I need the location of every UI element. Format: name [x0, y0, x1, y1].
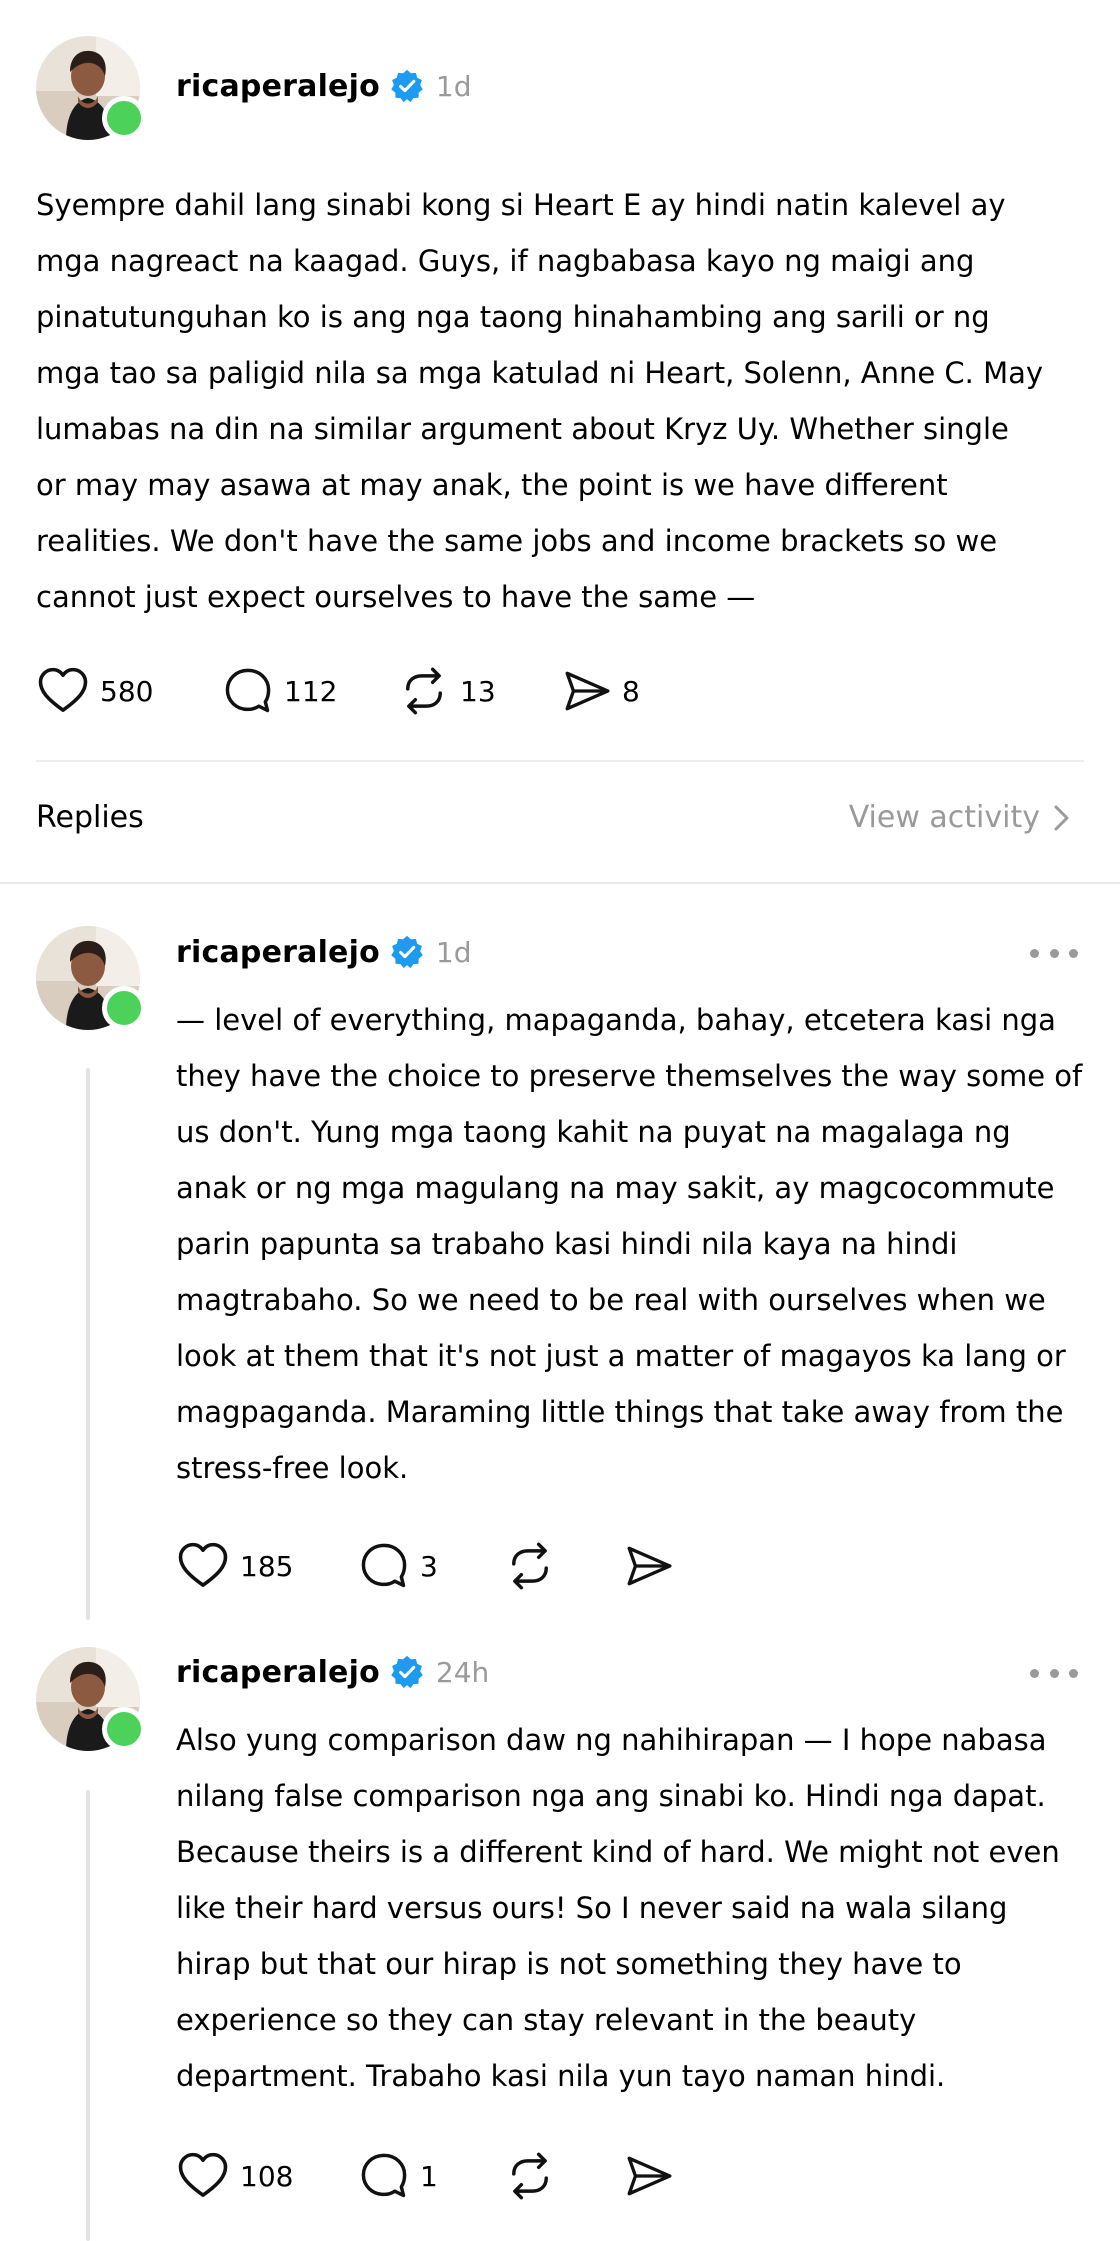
like-count: 185	[240, 1549, 294, 1583]
repost-button[interactable]	[504, 2150, 624, 2202]
comment-button[interactable]: 112	[222, 665, 398, 717]
username[interactable]: ricaperalejo	[176, 69, 380, 104]
send-icon	[624, 1541, 674, 1591]
online-status-icon	[102, 1707, 146, 1751]
reply-text: Also yung comparison daw ng nahihirapan …	[176, 1723, 1060, 2093]
reply-actions: 185 3	[176, 1538, 674, 1594]
like-count: 108	[240, 2159, 294, 2193]
post-text: Syempre dahil lang sinabi kong si Heart …	[36, 188, 1044, 614]
heart-icon	[36, 664, 90, 718]
heart-icon	[176, 2149, 230, 2203]
replies-label: Replies	[36, 800, 144, 835]
repost-icon	[504, 1540, 556, 1592]
avatar[interactable]	[36, 926, 146, 1030]
post-actions: 580 112 13 8	[36, 663, 640, 719]
thread-line	[86, 1068, 90, 1620]
share-button[interactable]	[624, 2151, 674, 2201]
share-button[interactable]: 8	[562, 666, 640, 716]
online-status-icon	[102, 96, 146, 140]
more-options-button[interactable]	[1030, 943, 1078, 963]
post-time: 1d	[435, 935, 472, 969]
more-options-button[interactable]	[1030, 1663, 1078, 1683]
comment-button[interactable]: 1	[358, 2150, 504, 2202]
comment-count: 112	[284, 674, 338, 708]
section-divider	[0, 882, 1120, 884]
repost-count: 13	[460, 674, 496, 708]
heart-icon	[176, 1539, 230, 1593]
comment-bubble-icon	[358, 1540, 410, 1592]
thread-line	[86, 1790, 90, 2241]
repost-button[interactable]: 13	[398, 665, 562, 717]
reply-actions: 108 1	[176, 2148, 674, 2204]
verified-badge-icon	[390, 69, 424, 103]
chevron-right-icon	[1054, 805, 1069, 830]
view-activity-label: View activity	[848, 800, 1040, 835]
post-time: 1d	[435, 69, 472, 103]
send-icon	[624, 2151, 674, 2201]
share-button[interactable]	[624, 1541, 674, 1591]
share-count: 8	[622, 674, 640, 708]
comment-button[interactable]: 3	[358, 1540, 504, 1592]
comment-count: 1	[420, 2159, 438, 2193]
like-button[interactable]: 185	[176, 1539, 358, 1593]
verified-badge-icon	[390, 935, 424, 969]
post-time: 24h	[435, 1655, 490, 1689]
comment-count: 3	[420, 1549, 438, 1583]
comment-bubble-icon	[358, 2150, 410, 2202]
reply-header: ricaperalejo 24h	[176, 1647, 489, 1697]
repost-button[interactable]	[504, 1540, 624, 1592]
reply-header: ricaperalejo 1d	[176, 927, 471, 977]
repost-icon	[398, 665, 450, 717]
send-icon	[562, 666, 612, 716]
avatar[interactable]	[36, 36, 146, 140]
reply-text: — level of everything, mapaganda, bahay,…	[176, 1003, 1083, 1485]
like-button[interactable]: 580	[36, 664, 222, 718]
comment-bubble-icon	[222, 665, 274, 717]
repost-icon	[504, 2150, 556, 2202]
like-count: 580	[100, 674, 154, 708]
username[interactable]: ricaperalejo	[176, 1655, 380, 1690]
avatar[interactable]	[36, 1647, 146, 1751]
view-activity-link[interactable]: View activity	[849, 800, 1074, 835]
online-status-icon	[102, 986, 146, 1030]
like-button[interactable]: 108	[176, 2149, 358, 2203]
verified-badge-icon	[390, 1655, 424, 1689]
username[interactable]: ricaperalejo	[176, 935, 380, 970]
post-header: ricaperalejo 1d	[176, 61, 471, 111]
divider	[36, 760, 1084, 762]
